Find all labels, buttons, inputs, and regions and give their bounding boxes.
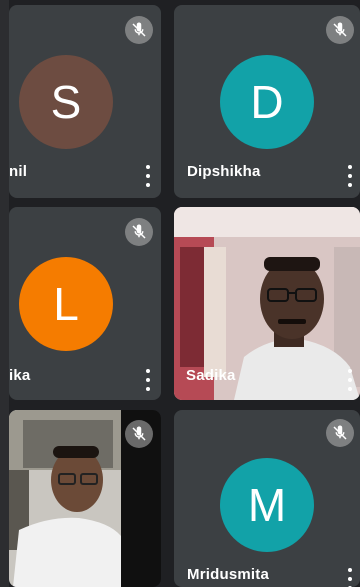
avatar-initial: L [53, 278, 79, 330]
participant-tile[interactable]: L ika [9, 207, 161, 400]
participant-tile[interactable]: M Mridusmita [174, 410, 360, 587]
participant-name: ika [9, 367, 31, 384]
avatar: S [19, 55, 113, 149]
avatar: L [19, 257, 113, 351]
avatar: D [220, 55, 314, 149]
avatar: M [220, 458, 314, 552]
mic-off-icon [326, 419, 354, 447]
participant-name: Sadika [186, 367, 236, 384]
more-vert-icon[interactable] [144, 369, 152, 391]
mic-off-icon [125, 218, 153, 246]
avatar-initial: M [247, 479, 287, 531]
left-edge-strip [0, 0, 9, 587]
participant-tile[interactable]: Sadika [174, 207, 360, 400]
mic-off-icon [125, 420, 153, 448]
more-vert-icon[interactable] [346, 165, 354, 187]
participant-name: Dipshikha [187, 163, 261, 180]
mic-off-icon [326, 16, 354, 44]
more-vert-icon[interactable] [144, 165, 152, 187]
avatar-initial: D [250, 76, 284, 128]
more-vert-icon[interactable] [346, 369, 354, 391]
participant-tile[interactable]: S nil [9, 5, 161, 198]
mic-off-icon [125, 16, 153, 44]
avatar-initial: S [50, 76, 82, 128]
participant-tile[interactable] [9, 410, 161, 587]
participant-name: nil [9, 163, 28, 180]
more-vert-icon[interactable] [346, 568, 354, 587]
participant-name: Mridusmita [187, 566, 270, 583]
participant-tile[interactable]: D Dipshikha [174, 5, 360, 198]
